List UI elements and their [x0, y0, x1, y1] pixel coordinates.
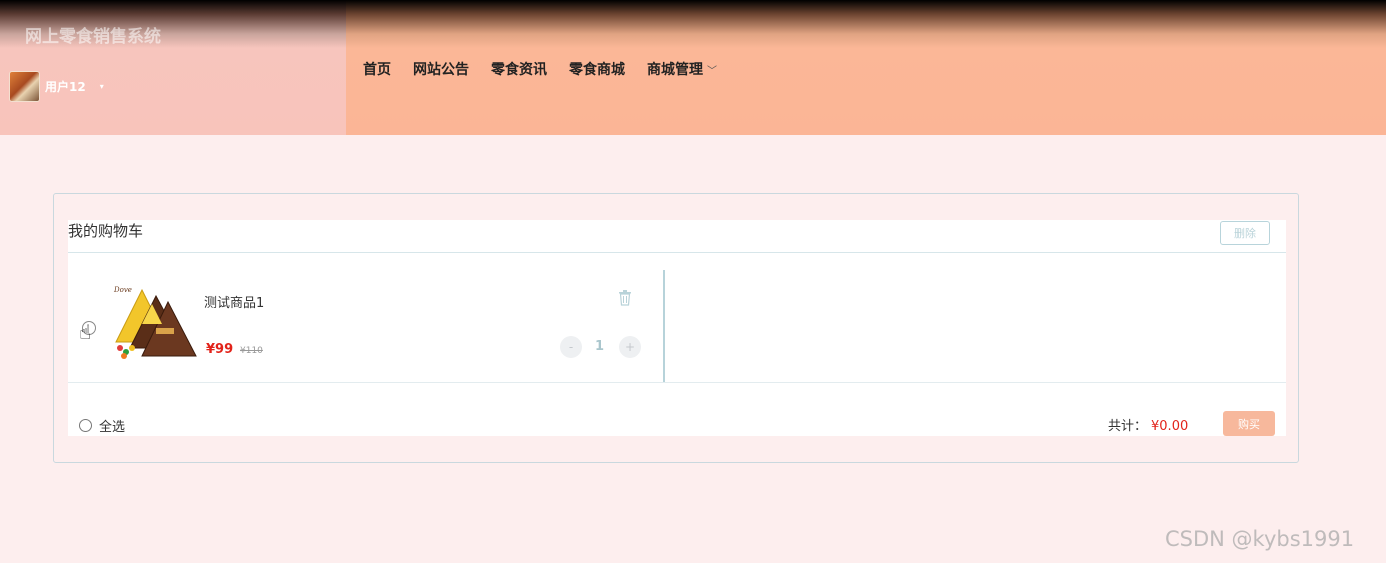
- select-all-label: 全选: [99, 420, 126, 435]
- select-all[interactable]: 全选: [79, 416, 125, 435]
- trash-icon[interactable]: [618, 290, 632, 306]
- buy-button[interactable]: 购买: [1223, 411, 1275, 436]
- product-name[interactable]: 测试商品1: [204, 292, 264, 311]
- header-left-panel: 网上零食销售系统 用户12 ▾: [0, 0, 346, 135]
- quantity-value: 1: [595, 339, 605, 354]
- quantity-decrease-button[interactable]: -: [560, 336, 582, 358]
- user-menu[interactable]: 用户12 ▾: [9, 71, 104, 102]
- cart-total: 共计： ¥0.00: [1108, 415, 1188, 434]
- watermark: CSDN @kybs1991: [1165, 527, 1355, 551]
- divider: [68, 252, 1286, 253]
- nav-item-home[interactable]: 首页: [363, 59, 391, 79]
- product-image[interactable]: Dove: [112, 284, 198, 362]
- total-label: 共计：: [1108, 419, 1148, 434]
- total-amount: ¥0.00: [1151, 419, 1189, 434]
- cart-item: ☝ Dove 测试商品1 ¥99 ¥110 - 1 +: [68, 254, 1286, 382]
- cart-card: 我的购物车 删除 ☝ Dove 测试商品1 ¥99 ¥110 - 1 + 全选 …: [68, 220, 1286, 436]
- cart-panel: 我的购物车 删除 ☝ Dove 测试商品1 ¥99 ¥110 - 1 + 全选 …: [53, 193, 1299, 463]
- user-avatar: [9, 71, 40, 102]
- divider: [68, 382, 1286, 383]
- nav-item-snack-news[interactable]: 零食资讯: [491, 59, 547, 79]
- svg-text:Dove: Dove: [113, 286, 132, 294]
- delete-button[interactable]: 删除: [1220, 221, 1270, 245]
- product-price: ¥99: [206, 342, 234, 357]
- product-original-price: ¥110: [240, 346, 263, 356]
- top-header: 网上零食销售系统 用户12 ▾ 首页 网站公告 零食资讯 零食商城 商城管理 ﹀: [0, 0, 1386, 135]
- caret-down-icon: ▾: [99, 82, 104, 91]
- site-title: 网上零食销售系统: [25, 27, 161, 47]
- chevron-down-icon: ﹀: [707, 66, 717, 77]
- nav-item-snack-mall[interactable]: 零食商城: [569, 59, 625, 79]
- select-all-radio[interactable]: [79, 419, 92, 432]
- quantity-increase-button[interactable]: +: [619, 336, 641, 358]
- nav-item-mall-management[interactable]: 商城管理 ﹀: [647, 59, 717, 79]
- main-nav: 首页 网站公告 零食资讯 零食商城 商城管理 ﹀: [363, 59, 739, 79]
- user-name: 用户12: [45, 80, 86, 94]
- item-divider: [663, 270, 665, 382]
- nav-item-mall-management-label: 商城管理: [647, 62, 703, 78]
- nav-item-announcements[interactable]: 网站公告: [413, 59, 469, 79]
- cart-title: 我的购物车: [68, 222, 144, 240]
- hand-pointer-icon: ☝: [79, 320, 92, 344]
